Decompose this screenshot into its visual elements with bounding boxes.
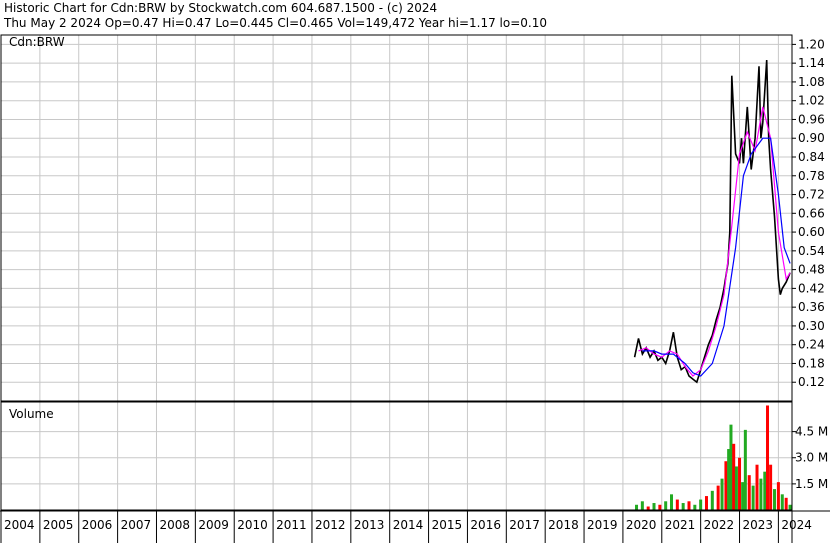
volume-bar <box>784 497 788 510</box>
price-tick-label: 0.48 <box>798 263 825 277</box>
year-label: 2022 <box>704 518 735 532</box>
year-label: 2017 <box>509 518 540 532</box>
price-tick-label: 0.54 <box>798 244 825 258</box>
volume-bar <box>773 489 777 510</box>
volume-bar <box>732 443 736 510</box>
volume-bar <box>776 482 780 510</box>
volume-tick-label: 1.5 M <box>795 477 828 491</box>
volume-bar <box>769 464 773 510</box>
year-label: 2019 <box>587 518 618 532</box>
price-tick-label: 0.24 <box>798 338 825 352</box>
volume-bar <box>724 461 728 510</box>
year-label: 2005 <box>43 518 74 532</box>
volume-panel-frame <box>0 401 793 511</box>
price-tick-label: 0.12 <box>798 375 825 389</box>
year-label: 2021 <box>665 518 696 532</box>
volume-bar <box>755 464 759 510</box>
volume-bar <box>658 504 662 510</box>
volume-bar <box>635 504 639 510</box>
price-tick-label: 1.14 <box>798 56 825 70</box>
ma_short-line <box>638 106 791 377</box>
price-panel-frame <box>0 34 793 402</box>
year-label: 2020 <box>626 518 657 532</box>
ma_long-line <box>642 137 791 377</box>
volume-bar <box>747 475 751 510</box>
price-tick-label: 1.20 <box>798 37 825 51</box>
price-tick-label: 0.18 <box>798 356 825 370</box>
volume-bar <box>738 457 742 510</box>
price-tick-label: 0.60 <box>798 225 825 239</box>
year-label: 2023 <box>743 518 774 532</box>
volume-grid <box>1 431 792 485</box>
volume-bar <box>640 501 644 510</box>
price-tick-label: 0.90 <box>798 131 825 145</box>
volume-bar <box>710 490 714 510</box>
price-tick-label: 0.96 <box>798 112 825 126</box>
year-label: 2008 <box>159 518 190 532</box>
volume-bar <box>751 485 755 510</box>
volume-bar <box>675 499 679 510</box>
volume-bar <box>664 501 668 510</box>
price-panel-label: Cdn:BRW <box>9 35 65 49</box>
volume-bar <box>716 485 720 510</box>
volume-bar <box>704 496 708 510</box>
year-label: 2010 <box>237 518 268 532</box>
year-label: 2009 <box>198 518 229 532</box>
year-label: 2011 <box>276 518 307 532</box>
year-label: 2013 <box>354 518 385 532</box>
year-label: 2016 <box>470 518 501 532</box>
volume-bar <box>670 494 674 510</box>
price-tick-label: 1.08 <box>798 75 825 89</box>
volume-bar <box>693 504 697 510</box>
panel-frames <box>0 34 830 543</box>
price-tick-label: 0.84 <box>798 150 825 164</box>
price-tick-label: 0.36 <box>798 300 825 314</box>
volume-bar <box>759 478 763 510</box>
price-line <box>633 59 791 384</box>
price-tick-label: 0.66 <box>798 206 825 220</box>
volume-bar <box>652 503 656 510</box>
year-label: 2024 <box>781 518 812 532</box>
price-tick-label: 0.30 <box>798 319 825 333</box>
price-tick-label: 1.02 <box>798 94 825 108</box>
volume-bar <box>720 478 724 510</box>
volume-tick-label: 3.0 M <box>795 451 828 465</box>
volume-bar <box>729 424 733 510</box>
volume-bar <box>766 405 770 510</box>
year-label: 2015 <box>432 518 463 532</box>
price-tick-label: 0.72 <box>798 188 825 202</box>
volume-bar <box>780 494 784 510</box>
price-lines <box>633 59 791 384</box>
volume-bar <box>743 429 747 510</box>
year-label: 2014 <box>393 518 424 532</box>
year-label: 2006 <box>82 518 113 532</box>
year-grid <box>0 35 779 510</box>
price-tick-label: 0.42 <box>798 281 825 295</box>
volume-bar <box>646 506 650 510</box>
volume-bar <box>687 501 691 510</box>
volume-bar <box>681 503 685 510</box>
volume-panel-label: Volume <box>9 407 54 421</box>
year-label: 2004 <box>4 518 35 532</box>
volume-bar <box>699 499 703 510</box>
price-tick-label: 0.78 <box>798 169 825 183</box>
volume-tick-label: 4.5 M <box>795 425 828 439</box>
volume-bar <box>763 471 767 510</box>
price-grid <box>1 43 792 383</box>
year-label: 2018 <box>548 518 579 532</box>
historic-chart: 1.20 1.14 1.08 1.02 0.96 0.90 0.84 0.78 0.72 0.66… <box>0 34 830 543</box>
year-label: 2007 <box>121 518 152 532</box>
volume-bar <box>788 504 792 510</box>
year-label: 2012 <box>315 518 346 532</box>
volume-bar <box>734 466 738 510</box>
volume-bar <box>741 482 745 510</box>
